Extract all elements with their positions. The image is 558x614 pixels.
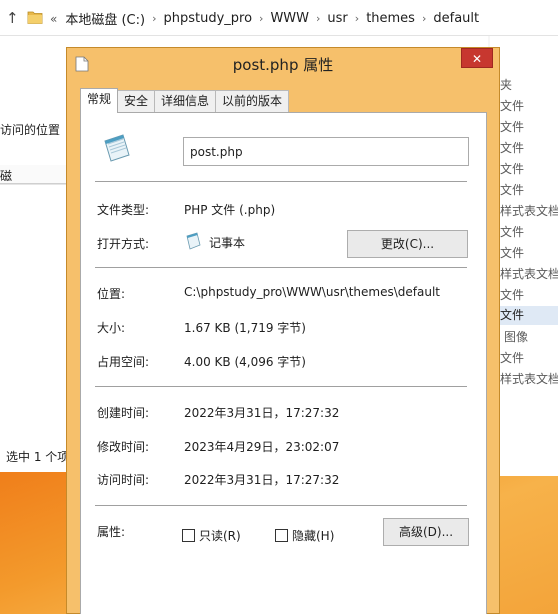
accessed-value: 2022年3月31日，17:27:32	[184, 473, 340, 487]
nav-item-recent-locations[interactable]: 访问的位置	[0, 121, 60, 138]
hidden-checkbox[interactable]: 隐藏(H)	[275, 527, 334, 544]
tab-strip: 常规 安全 详细信息 以前的版本	[80, 88, 290, 113]
tab-security[interactable]: 安全	[117, 90, 156, 112]
file-type-label: 文件类型:	[97, 203, 150, 217]
breadcrumb-item-default[interactable]: default	[433, 11, 479, 26]
opens-with-value: 记事本	[209, 236, 246, 250]
breadcrumb-item-phpstudy[interactable]: phpstudy_pro	[163, 11, 252, 26]
divider	[95, 505, 467, 506]
status-text: 选中 1 个项	[6, 450, 70, 464]
file-name-field[interactable]	[183, 137, 469, 166]
close-button[interactable]: ✕	[461, 48, 493, 68]
file-type-cell[interactable]: 文件	[500, 160, 524, 177]
file-type-cell[interactable]: 文件	[500, 181, 524, 198]
notepad-icon	[186, 232, 201, 250]
nav-divider	[0, 184, 68, 185]
file-type-cell[interactable]: 样式表文档	[500, 370, 558, 387]
size-on-disk-label: 占用空间:	[97, 355, 150, 369]
accessed-label: 访问时间:	[97, 473, 150, 487]
file-type-cell[interactable]: 文件	[500, 349, 524, 366]
file-type-cell[interactable]: 样式表文档	[500, 202, 558, 219]
file-type-cell-selected[interactable]: 文件	[490, 306, 558, 325]
file-type-cell[interactable]: 文件	[500, 97, 524, 114]
breadcrumb-item-www[interactable]: WWW	[270, 11, 309, 26]
properties-dialog: post.php 属性 ✕ 常规 安全 详细信息 以前的版本 文件类型: PHP…	[66, 47, 500, 614]
notepad-file-icon	[104, 134, 130, 162]
file-type-cell[interactable]: 文件	[500, 223, 524, 240]
size-label: 大小:	[97, 321, 126, 335]
file-list-type-column: 夹 文件 文件 文件 文件 文件 样式表文档 文件 文件 样式表文档 文件 文件…	[490, 36, 558, 476]
file-type-cell[interactable]: 文件	[500, 118, 524, 135]
breadcrumb-item-themes[interactable]: themes	[366, 11, 415, 26]
attributes-label: 属性:	[97, 525, 126, 539]
file-type-cell[interactable]: 文件	[500, 286, 524, 303]
opens-with-label: 打开方式:	[97, 237, 150, 251]
divider	[95, 386, 467, 387]
readonly-checkbox[interactable]: 只读(R)	[182, 527, 241, 544]
location-value: C:\phpstudy_pro\WWW\usr\themes\default	[184, 285, 441, 299]
file-type-cell[interactable]: 图像	[504, 328, 528, 345]
folder-icon	[27, 11, 43, 24]
breadcrumb-item-drive[interactable]: 本地磁盘 (C:)	[65, 9, 145, 28]
location-label: 位置:	[97, 287, 126, 301]
file-type-cell[interactable]: 样式表文档	[500, 265, 558, 282]
hidden-checkbox-box[interactable]	[275, 529, 288, 542]
change-button[interactable]: 更改(C)...	[347, 230, 468, 258]
up-arrow-icon[interactable]: ↑	[6, 9, 19, 27]
size-value: 1.67 KB (1,719 字节)	[184, 321, 306, 335]
breadcrumb-overflow-icon[interactable]: «	[50, 12, 57, 26]
nav-item-disk-label: 磁	[0, 169, 13, 183]
tab-details[interactable]: 详细信息	[154, 90, 217, 112]
dialog-titlebar[interactable]: post.php 属性 ✕	[67, 48, 499, 78]
file-type-cell[interactable]: 文件	[500, 244, 524, 261]
modified-value: 2023年4月29日，23:02:07	[184, 440, 340, 454]
readonly-checkbox-label: 只读(R)	[199, 529, 241, 543]
tab-previous-versions[interactable]: 以前的版本	[215, 90, 290, 112]
breadcrumb-item-usr[interactable]: usr	[327, 11, 347, 26]
readonly-checkbox-box[interactable]	[182, 529, 195, 542]
advanced-button[interactable]: 高级(D)...	[383, 518, 469, 546]
file-type-value: PHP 文件 (.php)	[184, 203, 276, 217]
size-on-disk-value: 4.00 KB (4,096 字节)	[184, 355, 306, 369]
created-label: 创建时间:	[97, 406, 150, 420]
address-bar[interactable]: ↑ « 本地磁盘 (C:) › phpstudy_pro › WWW › usr › t…	[0, 0, 558, 36]
dialog-title: post.php 属性	[232, 56, 334, 74]
tab-general[interactable]: 常规	[80, 88, 119, 113]
modified-label: 修改时间:	[97, 440, 150, 454]
nav-item-disk[interactable]: 磁	[0, 165, 68, 184]
column-header-fragment: 夹	[500, 78, 513, 92]
divider	[95, 181, 467, 182]
breadcrumb: « 本地磁盘 (C:) › phpstudy_pro › WWW › usr › the…	[50, 9, 480, 28]
created-value: 2022年3月31日，17:27:32	[184, 406, 340, 420]
hidden-checkbox-label: 隐藏(H)	[292, 529, 335, 543]
status-bar: 选中 1 个项	[0, 442, 70, 472]
divider	[95, 267, 467, 268]
file-type-cell[interactable]: 文件	[500, 139, 524, 156]
